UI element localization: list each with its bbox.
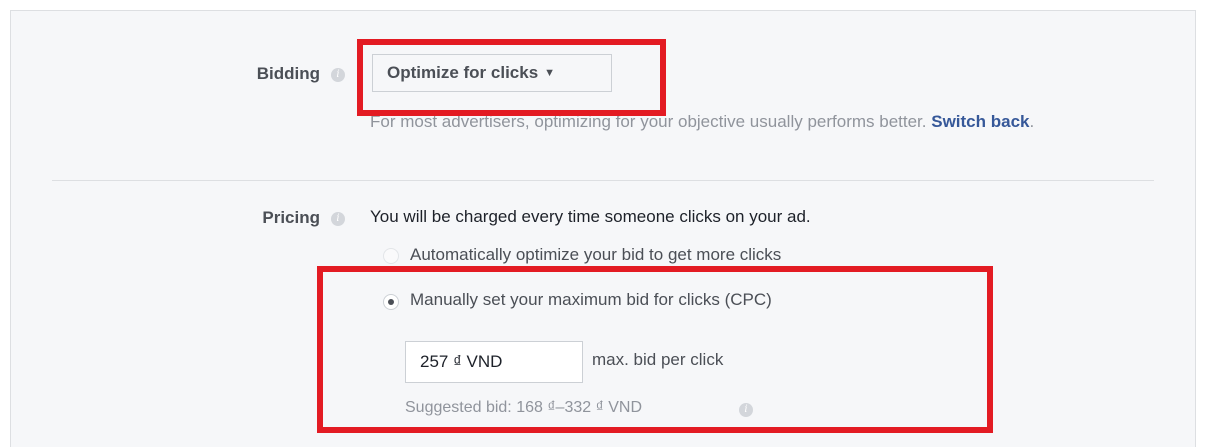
bidding-info-icon[interactable]: i [331, 68, 345, 82]
auto-optimize-label[interactable]: Automatically optimize your bid to get m… [410, 245, 781, 265]
switch-back-link[interactable]: Switch back [931, 112, 1029, 131]
pricing-info-icon[interactable]: i [331, 212, 345, 226]
section-heading-cutoff [0, 0, 240, 8]
section-divider [52, 180, 1154, 181]
caret-down-icon: ▼ [544, 67, 556, 79]
helper-text: For most advertisers, optimizing for you… [370, 112, 927, 131]
suggested-bid-value: Suggested bid: 168 ₫–332 ₫ VND [405, 399, 643, 416]
pricing-description: You will be charged every time someone c… [370, 207, 811, 226]
manual-bid-label[interactable]: Manually set your maximum bid for clicks… [410, 290, 772, 310]
bidding-dropdown-value: Optimize for clicks [387, 63, 539, 82]
suggested-bid-text: Suggested bid: 168 ₫–332 ₫ VND [405, 399, 642, 417]
bidding-dropdown[interactable]: Optimize for clicks ▼ [372, 54, 612, 92]
max-bid-input[interactable] [405, 341, 583, 383]
auto-optimize-radio[interactable] [383, 248, 399, 264]
helper-period: . [1029, 112, 1035, 131]
bidding-helper-text: For most advertisers, optimizing for you… [370, 107, 1160, 136]
bid-suffix-label: max. bid per click [592, 350, 724, 369]
suggested-bid-info-icon[interactable]: i [739, 403, 753, 417]
manual-bid-radio[interactable] [383, 294, 399, 310]
bidding-label: Bidding [256, 64, 320, 83]
pricing-label: Pricing [262, 208, 320, 227]
